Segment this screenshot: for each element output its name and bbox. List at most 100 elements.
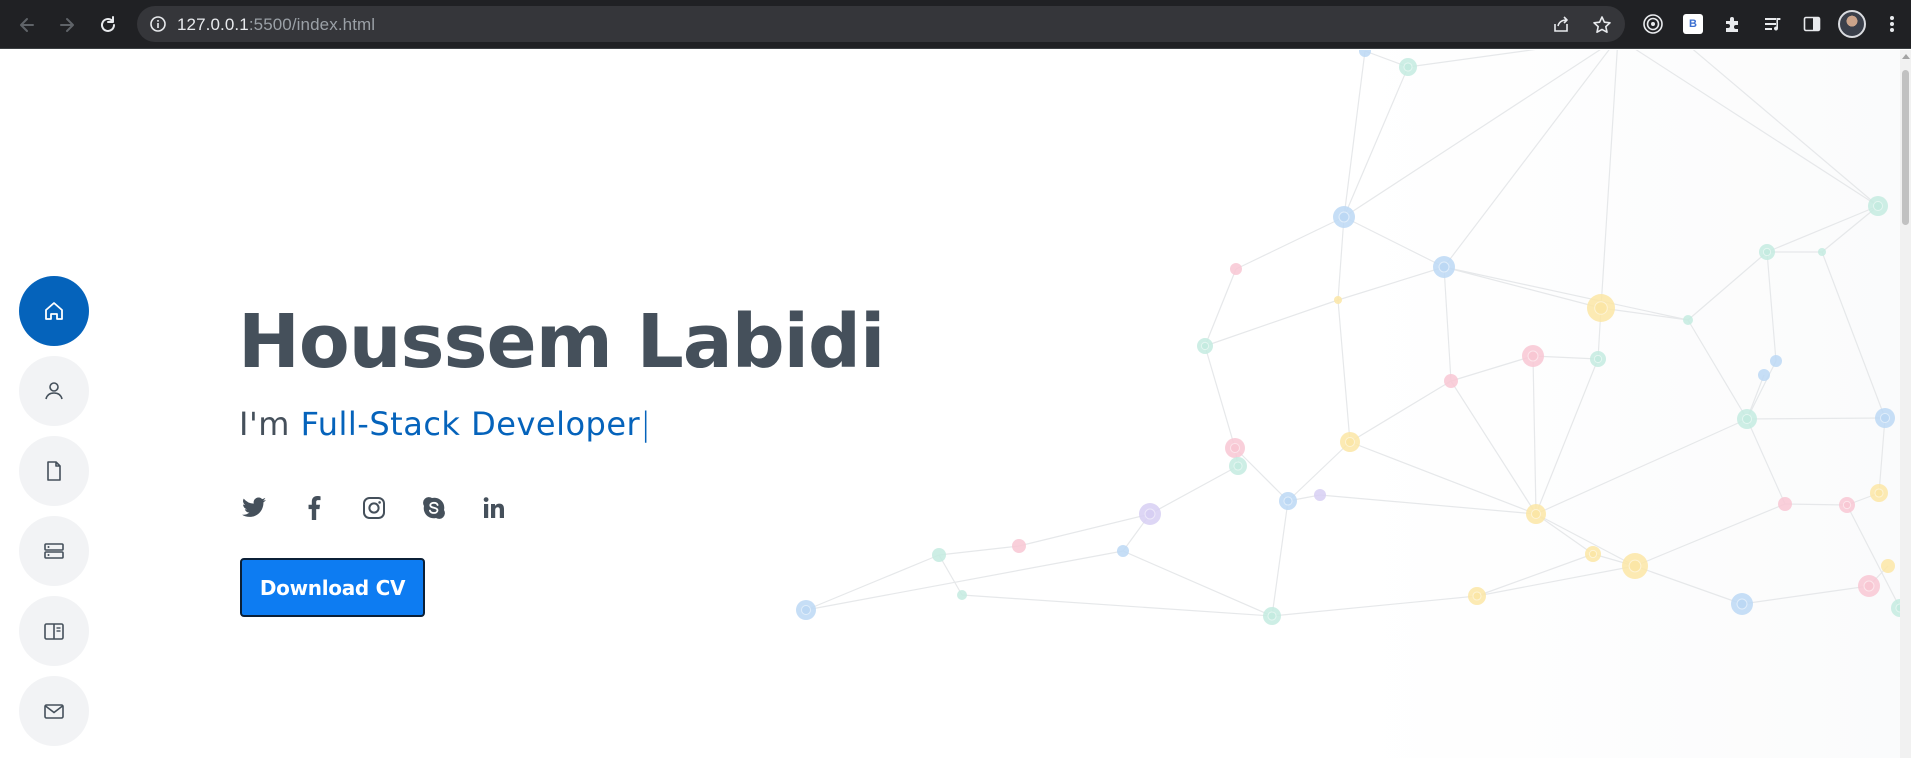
side-panel-icon xyxy=(1803,16,1821,32)
hero-prefix: I'm xyxy=(239,405,301,443)
network-edge xyxy=(1234,447,1289,502)
network-node xyxy=(1778,497,1792,511)
back-arrow-icon xyxy=(20,18,34,32)
network-background xyxy=(796,50,1911,758)
network-node-core xyxy=(801,605,811,615)
hero-name: Houssem Labidi xyxy=(238,299,885,385)
reload-button[interactable] xyxy=(94,11,122,39)
network-node xyxy=(1334,296,1342,304)
nav-resume-button[interactable] xyxy=(19,436,89,506)
nav-services-button[interactable] xyxy=(19,516,89,586)
star-icon[interactable] xyxy=(1592,15,1612,35)
network-edge xyxy=(1271,500,1289,617)
network-node-core xyxy=(1230,443,1240,453)
facebook-link[interactable] xyxy=(300,494,328,522)
person-icon xyxy=(45,382,63,400)
address-bar[interactable]: 127.0.0.1:5500/index.html xyxy=(137,6,1625,42)
puzzle-icon xyxy=(1726,17,1738,32)
reload-icon xyxy=(101,16,115,32)
network-edge xyxy=(1149,465,1239,515)
envelope-icon xyxy=(44,704,64,719)
playlist-icon xyxy=(1765,18,1781,31)
site-info-icon[interactable] xyxy=(149,15,167,33)
nav-portfolio-button[interactable] xyxy=(19,596,89,666)
vertical-scrollbar[interactable] xyxy=(1900,50,1911,758)
instagram-link[interactable] xyxy=(360,494,388,522)
book-icon xyxy=(44,623,64,640)
network-node-core xyxy=(1403,62,1413,72)
network-edge xyxy=(1337,216,1345,301)
network-node xyxy=(932,548,946,562)
network-node-core xyxy=(1531,509,1541,519)
network-node-core xyxy=(1736,598,1748,610)
network-node xyxy=(1770,355,1782,367)
network-node xyxy=(1012,539,1026,553)
network-node xyxy=(1758,369,1770,381)
url-text: 127.0.0.1:5500/index.html xyxy=(177,15,375,35)
extension-badge-letter: B xyxy=(1689,18,1697,30)
nav-about-button[interactable] xyxy=(19,356,89,426)
file-icon xyxy=(47,461,61,481)
skype-link[interactable] xyxy=(420,494,448,522)
network-node xyxy=(1117,545,1129,557)
network-node-core xyxy=(1873,201,1883,211)
network-node-core xyxy=(1233,461,1243,471)
network-edge xyxy=(805,554,940,611)
network-node xyxy=(1818,248,1826,256)
network-node-core xyxy=(1588,549,1598,559)
home-icon xyxy=(45,302,63,320)
nav-home-button[interactable] xyxy=(19,276,89,346)
extension-b-button[interactable]: B xyxy=(1681,12,1705,36)
nav-contact-button[interactable] xyxy=(19,676,89,746)
url-path: :5500/index.html xyxy=(248,15,376,34)
network-edge xyxy=(938,545,1020,556)
forward-button[interactable] xyxy=(53,11,81,39)
network-node-core xyxy=(1762,247,1772,257)
twitter-link[interactable] xyxy=(240,494,268,522)
network-edge xyxy=(961,594,1273,617)
network-node-core xyxy=(1842,500,1852,510)
network-node-core xyxy=(1438,261,1450,273)
typing-cursor: | xyxy=(640,405,652,443)
profile-avatar[interactable] xyxy=(1838,10,1866,38)
kebab-menu-icon xyxy=(1890,16,1894,32)
network-node-core xyxy=(1144,508,1156,520)
scrollbar-thumb[interactable] xyxy=(1902,70,1909,225)
network-node-core xyxy=(1863,580,1875,592)
network-node-core xyxy=(1593,354,1603,364)
network-node xyxy=(1230,263,1242,275)
page-viewport xyxy=(0,50,1911,758)
side-panel-button[interactable] xyxy=(1800,12,1824,36)
server-icon xyxy=(44,543,64,559)
scroll-up-arrow[interactable] xyxy=(1902,54,1910,59)
skype-icon xyxy=(423,497,445,519)
network-node-core xyxy=(1880,413,1890,423)
network-node-core xyxy=(1200,341,1210,351)
extension-target-icon[interactable] xyxy=(1641,12,1665,36)
browser-menu-button[interactable] xyxy=(1880,12,1904,36)
url-host: 127.0.0.1 xyxy=(177,15,249,34)
network-node-core xyxy=(1267,611,1277,621)
network-node-core xyxy=(1874,488,1884,498)
network-node xyxy=(1314,489,1326,501)
linkedin-link[interactable] xyxy=(480,494,508,522)
network-node-core xyxy=(1472,591,1482,601)
network-node-core xyxy=(1628,559,1642,573)
network-edge xyxy=(1122,550,1273,617)
network-node-core xyxy=(1345,437,1355,447)
network-edge xyxy=(1337,299,1351,443)
facebook-icon xyxy=(308,496,321,520)
extensions-button[interactable] xyxy=(1721,12,1745,36)
download-cv-button[interactable]: Download CV xyxy=(240,558,425,617)
back-button[interactable] xyxy=(13,11,41,39)
network-node xyxy=(1683,315,1693,325)
network-node-core xyxy=(1742,414,1752,424)
share-icon[interactable] xyxy=(1551,15,1571,35)
network-node xyxy=(957,590,967,600)
network-node xyxy=(1881,559,1895,573)
network-edge xyxy=(1204,299,1339,347)
network-node xyxy=(1444,374,1458,388)
network-edge xyxy=(805,550,1124,611)
reading-list-button[interactable] xyxy=(1761,12,1785,36)
linkedin-icon xyxy=(483,497,504,518)
